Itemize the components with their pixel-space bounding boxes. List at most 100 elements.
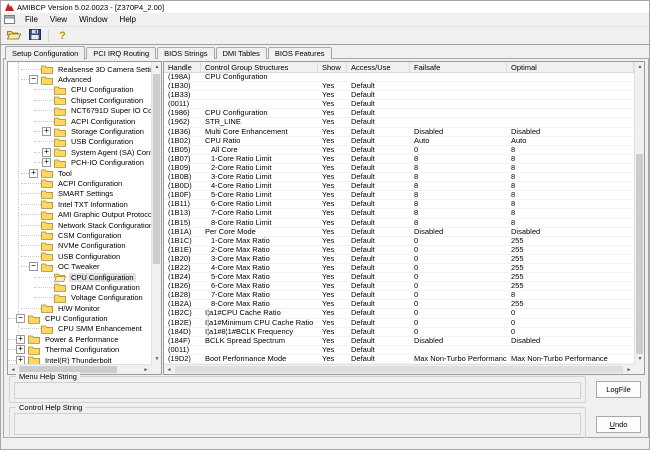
- tab-dmi-tables[interactable]: DMI Tables: [216, 47, 267, 59]
- undo-button[interactable]: Undo: [596, 416, 641, 433]
- table-row[interactable]: (1B13)7-Core Ratio LimitYesDefault88: [164, 209, 634, 218]
- menu-view[interactable]: View: [44, 14, 73, 25]
- tree-item[interactable]: −CPU Configuration: [8, 313, 151, 323]
- scroll-right-icon[interactable]: ►: [624, 365, 634, 375]
- tree-item[interactable]: +Intel(R) Thunderbolt: [8, 355, 151, 364]
- expand-icon[interactable]: +: [42, 158, 51, 167]
- tree-item[interactable]: CSM Configuration: [8, 230, 151, 240]
- table-row[interactable]: (1B09)2-Core Ratio LimitYesDefault88: [164, 164, 634, 173]
- table-row[interactable]: (1986)CPU ConfigurationYesDefault: [164, 109, 634, 118]
- table-row[interactable]: (1B15)8-Core Ratio LimitYesDefault88: [164, 219, 634, 228]
- collapse-icon[interactable]: −: [16, 314, 25, 323]
- scroll-down-icon[interactable]: ▼: [635, 354, 645, 364]
- tree-item[interactable]: AMI Graphic Output Protocol Poli: [8, 209, 151, 219]
- table-row[interactable]: (0011)YesDefault: [164, 100, 634, 109]
- tree-item[interactable]: +PCH-IO Configuration: [8, 158, 151, 168]
- table-row[interactable]: (1B1E)2-Core Max RatioYesDefault0255: [164, 246, 634, 255]
- table-row[interactable]: (1B33)YesDefault: [164, 91, 634, 100]
- table-hscroll-thumb[interactable]: [175, 366, 623, 373]
- scroll-right-icon[interactable]: ►: [141, 365, 151, 375]
- table-row[interactable]: (1B1C)1-Core Max RatioYesDefault0255: [164, 237, 634, 246]
- table-row[interactable]: (1B0F)5-Core Ratio LimitYesDefault88: [164, 191, 634, 200]
- tree-item[interactable]: USB Configuration: [8, 137, 151, 147]
- help-button[interactable]: ?: [53, 28, 72, 43]
- collapse-icon[interactable]: −: [29, 75, 38, 84]
- menu-window[interactable]: Window: [73, 14, 113, 25]
- table-row[interactable]: (1B11)6-Core Ratio LimitYesDefault88: [164, 200, 634, 209]
- table-row[interactable]: (1B2C)I¦a1#CPU Cache RatioYesDefault00: [164, 309, 634, 318]
- tree-item[interactable]: USB Configuration: [8, 251, 151, 261]
- table-row[interactable]: (1B1A)Per Core ModeYesDefaultDisabledDis…: [164, 228, 634, 237]
- scroll-up-icon[interactable]: ▲: [152, 62, 162, 72]
- table-row[interactable]: (19D2)Boot Performance ModeYesDefaultMax…: [164, 355, 634, 364]
- tree-item[interactable]: Chipset Configuration: [8, 95, 151, 105]
- column-header-optimal[interactable]: Optimal: [507, 62, 634, 72]
- table-row[interactable]: (184D)I¦a1#8¦1#BCLK FrequencyYesDefault0…: [164, 328, 634, 337]
- column-header-access-use[interactable]: Access/Use: [347, 62, 410, 72]
- table-vertical-scrollbar[interactable]: ▲ ▼: [634, 62, 644, 364]
- table-vscroll-thumb[interactable]: [636, 154, 643, 354]
- tree-item[interactable]: Realsense 3D Camera Settings: [8, 64, 151, 74]
- collapse-icon[interactable]: −: [29, 262, 38, 271]
- tree-item[interactable]: NVMe Configuration: [8, 241, 151, 251]
- tree-item[interactable]: ACPI Configuration: [8, 178, 151, 188]
- tree-item[interactable]: +System Agent (SA) Configurat: [8, 147, 151, 157]
- expand-icon[interactable]: +: [16, 335, 25, 344]
- column-header-control-group-structures[interactable]: Control Group Structures: [201, 62, 318, 72]
- logfile-button[interactable]: LogFile: [596, 381, 641, 398]
- table-row[interactable]: (184F)BCLK Spread SpectrumYesDefaultDisa…: [164, 337, 634, 346]
- scroll-left-icon[interactable]: ◄: [164, 365, 174, 375]
- expand-icon[interactable]: +: [42, 127, 51, 136]
- table-row[interactable]: (1962)STR_LINEYesDefault: [164, 118, 634, 127]
- save-button[interactable]: [25, 28, 44, 43]
- table-row[interactable]: (1B36)Multi Core EnhancementYesDefaultDi…: [164, 128, 634, 137]
- tab-setup-configuration[interactable]: Setup Configuration: [5, 46, 85, 60]
- tree-item[interactable]: CPU SMM Enhancement: [8, 324, 151, 334]
- tree-item[interactable]: NCT6791D Super IO Configu: [8, 106, 151, 116]
- table-row[interactable]: (1B20)3-Core Max RatioYesDefault0255: [164, 255, 634, 264]
- tree-item[interactable]: Network Stack Configuration: [8, 220, 151, 230]
- expand-icon[interactable]: +: [42, 148, 51, 157]
- tab-pci-irq-routing[interactable]: PCI IRQ Routing: [86, 47, 156, 59]
- tree-item[interactable]: SMART Settings: [8, 189, 151, 199]
- table-row[interactable]: (1B2E)I¦a1#Minimum CPU Cache RatioYesDef…: [164, 319, 634, 328]
- tree-item[interactable]: H/W Monitor: [8, 303, 151, 313]
- menu-file[interactable]: File: [19, 14, 44, 25]
- open-file-button[interactable]: [4, 28, 23, 43]
- table-row[interactable]: (1B2A)8-Core Max RatioYesDefault0255: [164, 300, 634, 309]
- column-header-failsafe[interactable]: Failsafe: [410, 62, 507, 72]
- table-horizontal-scrollbar[interactable]: ◄ ►: [164, 364, 634, 374]
- tree-item[interactable]: −OC Tweaker: [8, 261, 151, 271]
- expand-icon[interactable]: +: [16, 345, 25, 354]
- table-row[interactable]: (1B0B)3-Core Ratio LimitYesDefault88: [164, 173, 634, 182]
- tree-item[interactable]: +Tool: [8, 168, 151, 178]
- tree-vscroll-thumb[interactable]: [153, 74, 160, 264]
- table-row[interactable]: (1B07)1-Core Ratio LimitYesDefault88: [164, 155, 634, 164]
- menu-help[interactable]: Help: [114, 14, 142, 25]
- table-row[interactable]: (1B28)7-Core Max RatioYesDefault08: [164, 291, 634, 300]
- tree-item[interactable]: −Advanced: [8, 74, 151, 84]
- tree-item[interactable]: Intel TXT Information: [8, 199, 151, 209]
- table-row[interactable]: (1B24)5-Core Max RatioYesDefault0255: [164, 273, 634, 282]
- table-row[interactable]: (198A)CPU Configuration: [164, 73, 634, 82]
- table-row[interactable]: (1B0D)4-Core Ratio LimitYesDefault88: [164, 182, 634, 191]
- expand-icon[interactable]: +: [16, 356, 25, 364]
- scroll-down-icon[interactable]: ▼: [152, 354, 162, 364]
- tree-item[interactable]: Voltage Configuration: [8, 293, 151, 303]
- tree-item[interactable]: +Storage Configuration: [8, 126, 151, 136]
- tree-item[interactable]: CPU Configuration: [8, 85, 151, 95]
- tree-vertical-scrollbar[interactable]: ▲ ▼: [151, 62, 161, 364]
- tree-item[interactable]: ACPI Configuration: [8, 116, 151, 126]
- column-header-show[interactable]: Show: [318, 62, 347, 72]
- tree-item[interactable]: DRAM Configuration: [8, 282, 151, 292]
- tab-bios-features[interactable]: BIOS Features: [268, 47, 332, 59]
- tree-item[interactable]: CPU Configuration: [8, 272, 151, 282]
- table-row[interactable]: (1B26)6-Core Max RatioYesDefault0255: [164, 282, 634, 291]
- mdi-child-icon[interactable]: [4, 15, 15, 24]
- table-row[interactable]: (1B05)All CoreYesDefault08: [164, 146, 634, 155]
- table-row[interactable]: (1B30)YesDefault: [164, 82, 634, 91]
- scroll-up-icon[interactable]: ▲: [635, 62, 645, 72]
- table-row[interactable]: (1B22)4-Core Max RatioYesDefault0255: [164, 264, 634, 273]
- table-row[interactable]: (1B02)CPU RatioYesDefaultAutoAuto: [164, 137, 634, 146]
- tree-item[interactable]: +Thermal Configuration: [8, 345, 151, 355]
